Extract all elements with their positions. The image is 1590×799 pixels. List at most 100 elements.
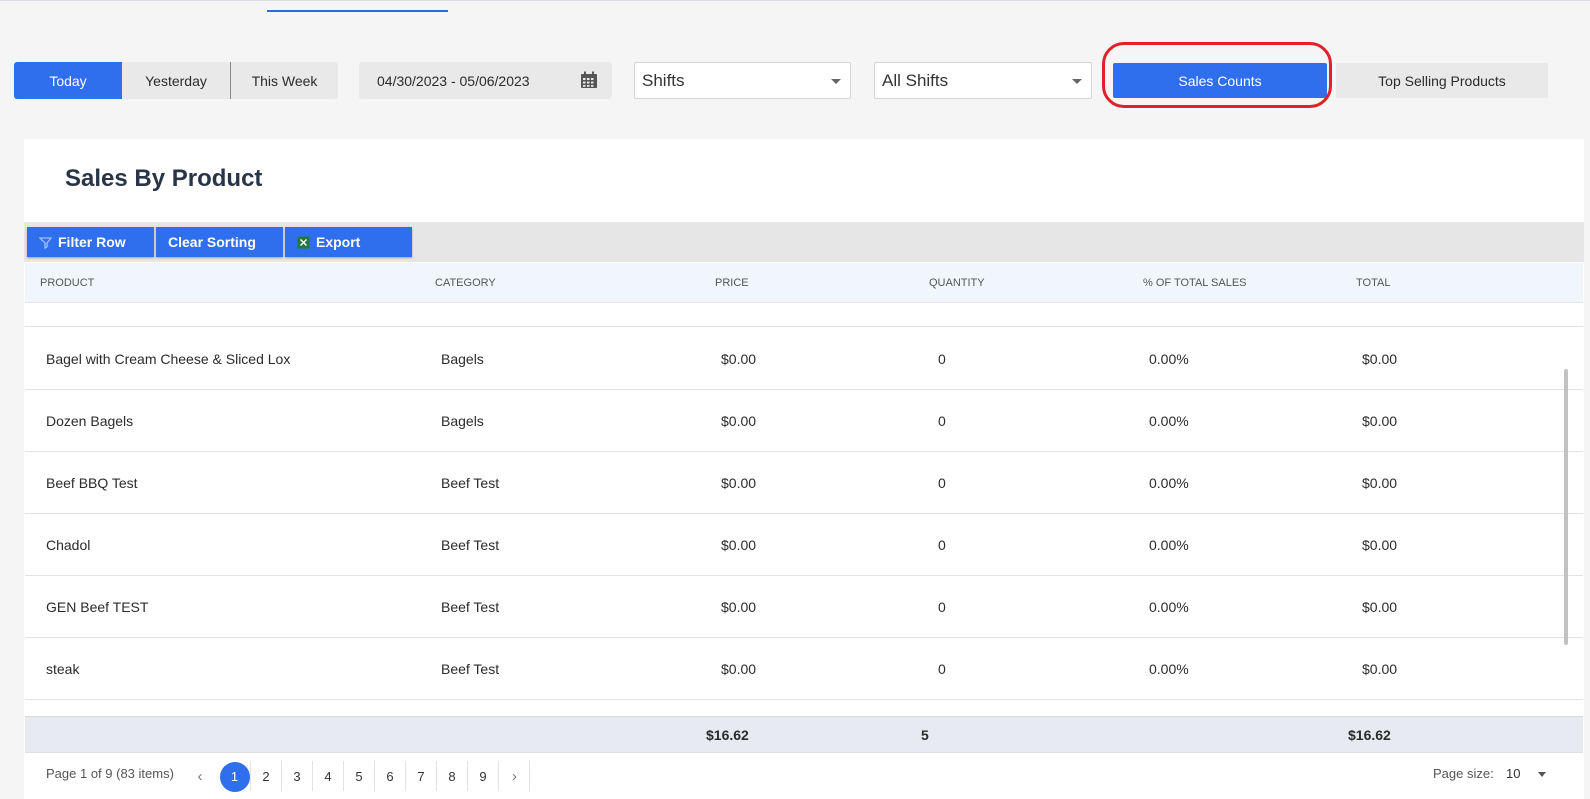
category-cell: Beef Test [441,599,500,615]
category-cell: Bagels [441,351,484,367]
table-row[interactable]: steak Beef Test $0.00 0 0.00% $0.00 [25,638,1583,700]
page-size-label: Page size: [1433,766,1494,781]
quantity-cell: 0 [938,413,946,429]
quantity-cell: 0 [938,537,946,553]
scrollbar[interactable] [1564,369,1568,645]
pct-cell: 0.00% [1149,351,1189,367]
page-button-8[interactable]: 8 [436,761,467,791]
page-button-9[interactable]: 9 [467,761,498,791]
price-cell: $0.00 [721,661,757,677]
pct-cell: 0.00% [1149,475,1189,491]
column-header-price[interactable]: PRICE [715,263,749,303]
chevron-down-icon [1072,79,1082,84]
price-cell: $0.00 [721,351,757,367]
totals-row: $16.62 5 $16.62 [25,716,1583,752]
pct-cell: 0.00% [1149,413,1189,429]
clear-sorting-label: Clear Sorting [168,234,256,250]
clear-sorting-button[interactable]: Clear Sorting [156,227,283,257]
column-header-product[interactable]: PRODUCT [40,263,94,303]
page-button-1[interactable]: 1 [219,761,250,791]
quantity-cell: 0 [938,661,946,677]
active-tab-indicator [267,10,448,12]
prev-page-button[interactable]: ‹ [184,761,216,791]
grid-header: PRODUCT CATEGORY PRICE QUANTITY % OF TOT… [25,263,1583,303]
table-row[interactable]: Bagel with Cream Cheese & Sliced Lox Bag… [25,328,1583,390]
page-button-5[interactable]: 5 [343,761,374,791]
page-size-select[interactable]: 10 [1506,753,1520,795]
sales-counts-button[interactable]: Sales Counts [1113,63,1327,98]
table-row [25,303,1583,327]
product-cell: Dozen Bagels [46,413,134,429]
top-selling-products-button[interactable]: Top Selling Products [1336,63,1548,98]
pager-divider [529,761,530,791]
column-header-category[interactable]: CATEGORY [435,263,496,303]
page-button-4[interactable]: 4 [312,761,343,791]
yesterday-button[interactable]: Yesterday [122,62,230,99]
date-range-value: 04/30/2023 - 05/06/2023 [377,72,530,89]
quantity-cell: 0 [938,599,946,615]
period-selector: Today Yesterday This Week [14,62,338,99]
this-week-button[interactable]: This Week [230,62,338,99]
calendar-icon[interactable] [580,71,598,89]
total-cell: $0.00 [1362,599,1398,615]
filter-icon [39,236,52,249]
product-cell: Beef BBQ Test [46,475,138,491]
price-cell: $0.00 [721,475,757,491]
chevron-down-icon[interactable] [1538,772,1546,777]
category-cell: Beef Test [441,537,500,553]
column-header-quantity[interactable]: QUANTITY [929,263,985,303]
today-button[interactable]: Today [14,62,122,99]
table-row[interactable]: Beef BBQ Test Beef Test $0.00 0 0.00% $0… [25,452,1583,514]
quantity-cell: 0 [938,475,946,491]
pct-cell: 0.00% [1149,537,1189,553]
page-title: Sales By Product [65,165,263,192]
total-cell: $0.00 [1362,661,1398,677]
price-cell: $0.00 [721,413,757,429]
price-cell: $0.00 [721,537,757,553]
shift-filter-value: All Shifts [882,70,949,90]
total-quantity: 5 [921,727,929,743]
total-cell: $0.00 [1362,351,1398,367]
table-row[interactable]: GEN Beef TEST Beef Test $0.00 0 0.00% $0… [25,576,1583,638]
page-button-7[interactable]: 7 [405,761,436,791]
product-cell: Chadol [46,537,91,553]
shift-type-dropdown[interactable]: Shifts [634,62,851,99]
sales-by-product-card: Sales By Product Filter Row Clear Sortin… [24,139,1584,799]
column-header-total[interactable]: TOTAL [1356,263,1390,303]
category-cell: Beef Test [441,661,500,677]
excel-icon [297,236,310,248]
pct-cell: 0.00% [1149,599,1189,615]
grid-body: Bagel with Cream Cheese & Sliced Lox Bag… [25,303,1583,716]
category-cell: Bagels [441,413,484,429]
total-cell: $0.00 [1362,537,1398,553]
quantity-cell: 0 [938,351,946,367]
chevron-down-icon [831,79,841,84]
product-cell: steak [46,661,80,677]
top-divider [0,0,1590,1]
export-button[interactable]: Export [285,227,412,257]
table-row[interactable]: Dozen Bagels Bagels $0.00 0 0.00% $0.00 [25,390,1583,452]
column-header-pct-total-sales[interactable]: % OF TOTAL SALES [1143,263,1247,303]
page-info: Page 1 of 9 (83 items) [46,766,174,781]
total-price: $16.62 [706,727,749,743]
product-cell: Bagel with Cream Cheese & Sliced Lox [46,351,291,367]
shift-filter-dropdown[interactable]: All Shifts [874,62,1092,99]
price-cell: $0.00 [721,599,757,615]
page-button-6[interactable]: 6 [374,761,405,791]
grid-toolbar: Filter Row Clear Sorting Export [24,222,1584,262]
export-label: Export [316,234,361,250]
category-cell: Beef Test [441,475,500,491]
total-cell: $0.00 [1362,475,1398,491]
filter-row-label: Filter Row [58,234,126,250]
product-cell: GEN Beef TEST [46,599,149,615]
table-row[interactable]: Chadol Beef Test $0.00 0 0.00% $0.00 [25,514,1583,576]
page-button-2[interactable]: 2 [250,761,281,791]
total-cell: $0.00 [1362,413,1398,429]
next-page-button[interactable]: › [498,761,530,791]
date-range-picker[interactable]: 04/30/2023 - 05/06/2023 [359,62,612,99]
pct-cell: 0.00% [1149,661,1189,677]
pager: Page 1 of 9 (83 items) ‹ 1 2 3 4 5 6 7 8… [25,752,1583,794]
shift-type-value: Shifts [642,70,685,90]
page-button-3[interactable]: 3 [281,761,312,791]
filter-row-button[interactable]: Filter Row [27,227,154,257]
